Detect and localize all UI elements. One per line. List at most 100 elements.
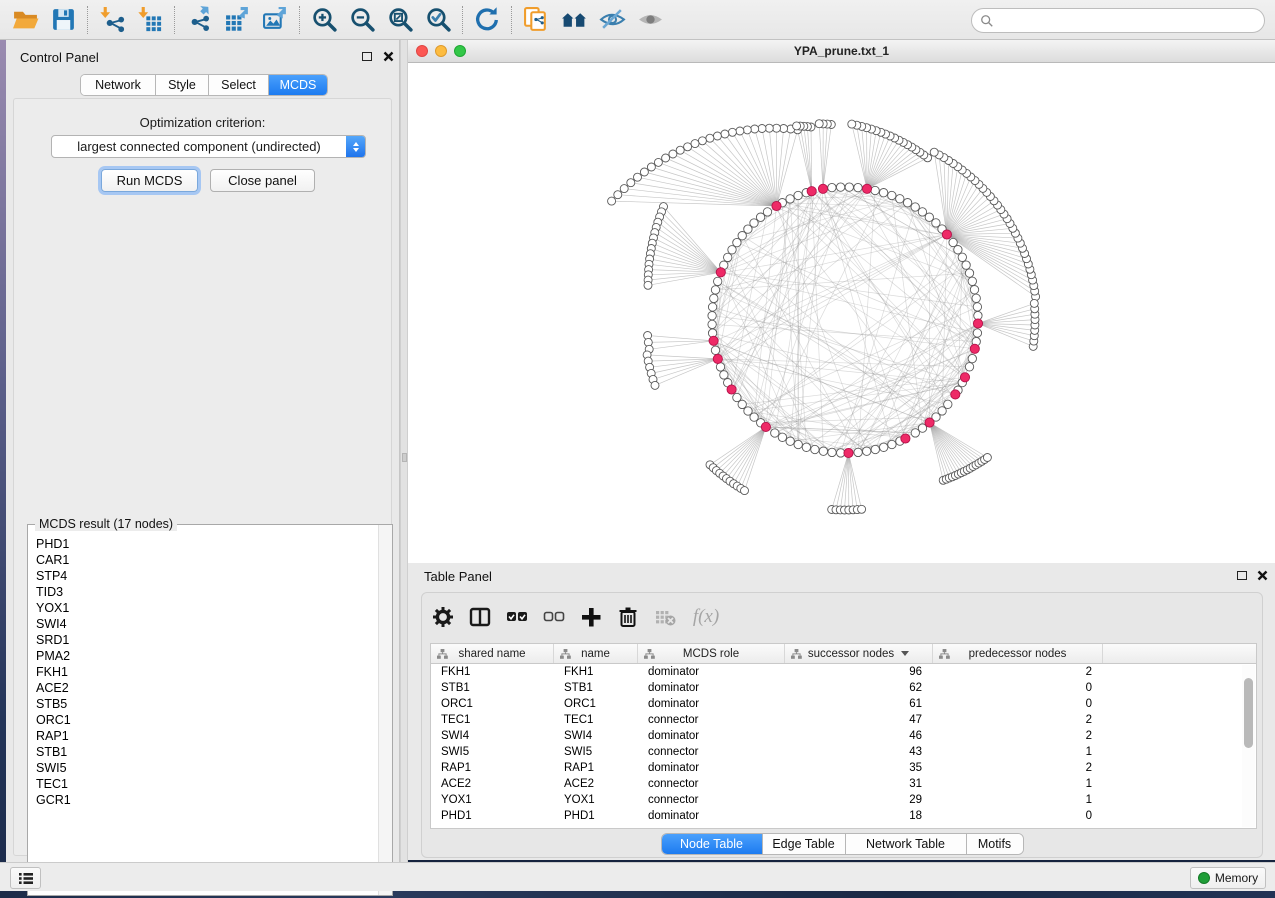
cell-name[interactable]: PHD1: [554, 808, 638, 824]
cell-name[interactable]: SWI5: [554, 744, 638, 760]
graph-leaf-node[interactable]: [627, 179, 635, 187]
select-all-button[interactable]: [504, 604, 530, 630]
mcds-result-node[interactable]: FKH1: [36, 664, 378, 680]
graph-leaf-node[interactable]: [751, 125, 759, 133]
graph-node[interactable]: [965, 269, 973, 277]
split-columns-button[interactable]: [467, 604, 493, 630]
graph-dominator-node[interactable]: [925, 418, 934, 427]
search-input[interactable]: [994, 11, 1264, 31]
graph-dominator-node[interactable]: [960, 373, 969, 382]
cell-MCDS-role[interactable]: dominator: [638, 696, 785, 712]
graph-node[interactable]: [724, 253, 732, 261]
graph-leaf-node[interactable]: [644, 281, 652, 289]
tab-style[interactable]: Style: [156, 75, 209, 95]
mcds-result-node[interactable]: CAR1: [36, 552, 378, 568]
graph-leaf-node[interactable]: [858, 505, 866, 513]
cell-successor-nodes[interactable]: 47: [785, 712, 933, 728]
graph-leaf-node[interactable]: [736, 127, 744, 135]
cell-predecessor-nodes[interactable]: 1: [933, 776, 1103, 792]
tab-network[interactable]: Network: [81, 75, 156, 95]
cell-MCDS-role[interactable]: dominator: [638, 664, 785, 680]
export-table-button[interactable]: [218, 4, 256, 36]
graph-node[interactable]: [708, 320, 716, 328]
graph-leaf-node[interactable]: [640, 168, 648, 176]
column-header-MCDS-role[interactable]: MCDS role: [638, 644, 785, 663]
cell-MCDS-role[interactable]: dominator: [638, 760, 785, 776]
graph-node[interactable]: [720, 371, 728, 379]
graph-node[interactable]: [786, 437, 794, 445]
graph-dominator-node[interactable]: [970, 344, 979, 353]
gear-button[interactable]: [430, 604, 456, 630]
cell-MCDS-role[interactable]: connector: [638, 744, 785, 760]
graph-node[interactable]: [973, 329, 981, 337]
save-button[interactable]: [44, 4, 82, 36]
cell-shared-name[interactable]: ORC1: [431, 696, 554, 712]
graph-node[interactable]: [771, 429, 779, 437]
mcds-result-node[interactable]: STP4: [36, 568, 378, 584]
graph-node[interactable]: [888, 191, 896, 199]
export-network-button[interactable]: [180, 4, 218, 36]
graph-dominator-node[interactable]: [727, 385, 736, 394]
graph-node[interactable]: [880, 443, 888, 451]
graph-node[interactable]: [911, 203, 919, 211]
graph-node[interactable]: [836, 183, 844, 191]
graph-leaf-node[interactable]: [706, 134, 714, 142]
graph-leaf-node[interactable]: [676, 146, 684, 154]
column-header-name[interactable]: name: [554, 644, 638, 663]
first-neighbors-button[interactable]: [555, 4, 593, 36]
graph-node[interactable]: [714, 277, 722, 285]
import-table-button[interactable]: [131, 4, 169, 36]
graph-node[interactable]: [811, 445, 819, 453]
task-history-button[interactable]: [10, 867, 41, 889]
graph-leaf-node[interactable]: [721, 130, 729, 138]
graph-node[interactable]: [888, 440, 896, 448]
cell-successor-nodes[interactable]: 46: [785, 728, 933, 744]
table-float-icon[interactable]: [1237, 571, 1247, 580]
tab-node-table[interactable]: Node Table: [662, 834, 763, 854]
graph-node[interactable]: [708, 312, 716, 320]
vertical-splitter[interactable]: [400, 40, 408, 862]
graph-node[interactable]: [716, 363, 724, 371]
column-header-predecessor-nodes[interactable]: predecessor nodes: [933, 644, 1103, 663]
graph-node[interactable]: [970, 286, 978, 294]
table-close-icon[interactable]: [1257, 570, 1268, 581]
graph-node[interactable]: [854, 448, 862, 456]
network-titlebar[interactable]: YPA_prune.txt_1: [408, 40, 1275, 63]
graph-dominator-node[interactable]: [772, 201, 781, 210]
graph-leaf-node[interactable]: [608, 197, 616, 205]
graph-node[interactable]: [828, 448, 836, 456]
graph-node[interactable]: [794, 191, 802, 199]
graph-node[interactable]: [968, 277, 976, 285]
tab-motifs[interactable]: Motifs: [967, 834, 1023, 854]
graph-node[interactable]: [879, 189, 887, 197]
cell-predecessor-nodes[interactable]: 2: [933, 664, 1103, 680]
cell-MCDS-role[interactable]: dominator: [638, 680, 785, 696]
cell-successor-nodes[interactable]: 35: [785, 760, 933, 776]
mcds-result-node[interactable]: PHD1: [36, 536, 378, 552]
cell-successor-nodes[interactable]: 96: [785, 664, 933, 680]
table-row[interactable]: RAP1RAP1dominator352: [431, 760, 1256, 776]
graph-leaf-node[interactable]: [793, 122, 801, 130]
graph-leaf-node[interactable]: [620, 185, 628, 193]
graph-leaf-node[interactable]: [614, 191, 622, 199]
mcds-result-node[interactable]: STB5: [36, 696, 378, 712]
cell-shared-name[interactable]: SWI5: [431, 744, 554, 760]
cell-name[interactable]: ORC1: [554, 696, 638, 712]
graph-node[interactable]: [949, 238, 957, 246]
graph-dominator-node[interactable]: [761, 422, 770, 431]
zoom-in-button[interactable]: [305, 4, 343, 36]
tab-mcds[interactable]: MCDS: [269, 75, 327, 95]
mcds-result-node[interactable]: STB1: [36, 744, 378, 760]
graph-dominator-node[interactable]: [862, 184, 871, 193]
graph-dominator-node[interactable]: [973, 319, 982, 328]
table-row[interactable]: PHD1PHD1dominator180: [431, 808, 1256, 824]
result-scrollbar[interactable]: [378, 525, 392, 895]
zoom-out-button[interactable]: [343, 4, 381, 36]
table-row[interactable]: STB1STB1dominator620: [431, 680, 1256, 696]
run-mcds-button[interactable]: Run MCDS: [101, 169, 198, 192]
graph-node[interactable]: [711, 286, 719, 294]
graph-dominator-node[interactable]: [844, 448, 853, 457]
cell-name[interactable]: TEC1: [554, 712, 638, 728]
graph-node[interactable]: [711, 346, 719, 354]
tab-select[interactable]: Select: [209, 75, 269, 95]
